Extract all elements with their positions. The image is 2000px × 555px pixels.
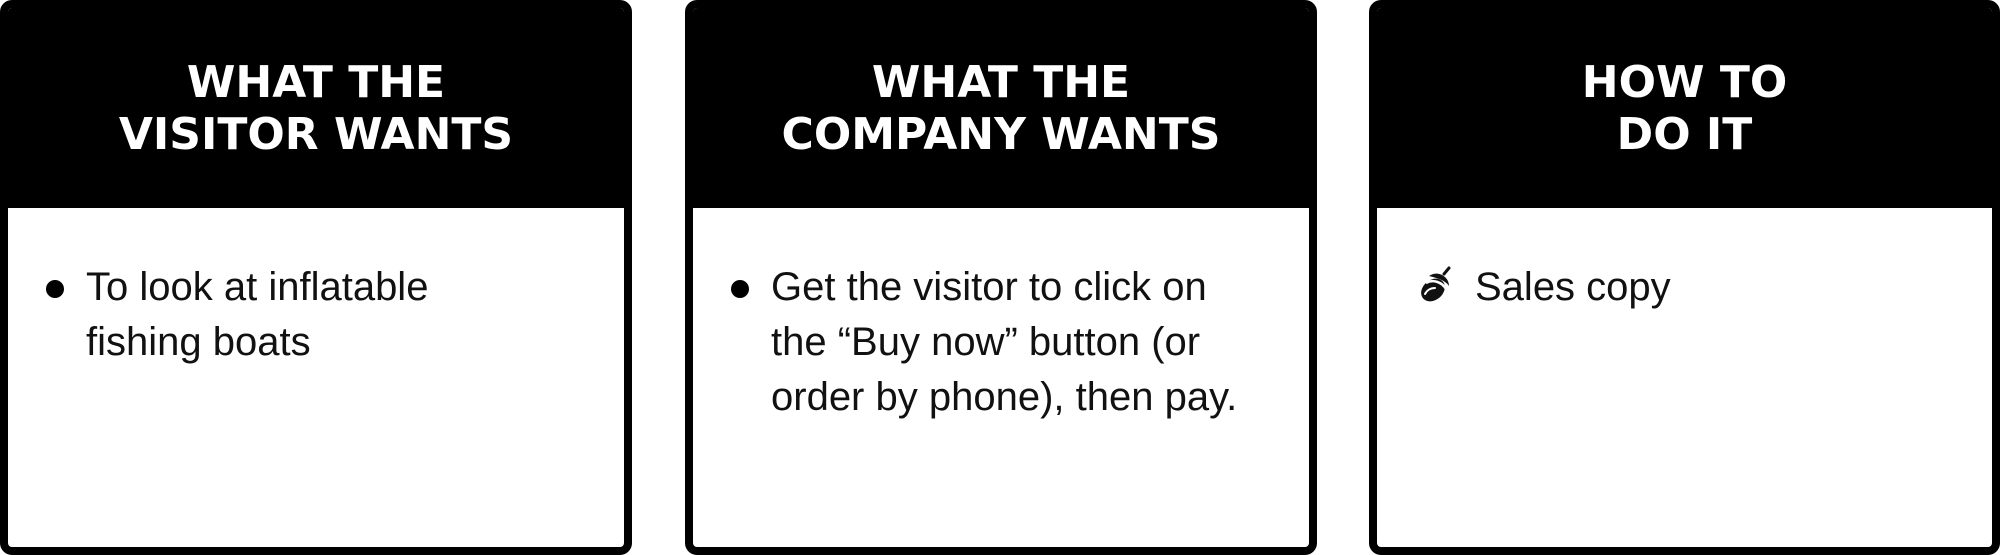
card-body: To look at inflatable fishing boats bbox=[8, 208, 624, 370]
visitor-wants-card: WHAT THE VISITOR WANTS To look at inflat… bbox=[0, 0, 632, 555]
card-body: Get the visitor to click on the “Buy now… bbox=[693, 208, 1309, 425]
card-header: WHAT THE VISITOR WANTS bbox=[8, 8, 624, 208]
title-line: HOW TO bbox=[1581, 57, 1788, 108]
card-header: WHAT THE COMPANY WANTS bbox=[693, 8, 1309, 208]
title-line: VISITOR WANTS bbox=[118, 109, 514, 160]
acorn-icon bbox=[1415, 266, 1455, 306]
card-title: WHAT THE COMPANY WANTS bbox=[782, 57, 1221, 161]
list-item: Get the visitor to click on the “Buy now… bbox=[723, 260, 1279, 425]
list-item-text: Sales copy bbox=[1475, 265, 1671, 309]
bullet-icon bbox=[46, 280, 64, 298]
card-header: HOW TO DO IT bbox=[1377, 8, 1992, 208]
card-title: WHAT THE VISITOR WANTS bbox=[119, 57, 513, 161]
list-item: To look at inflatable fishing boats bbox=[38, 260, 594, 370]
title-line: WHAT THE bbox=[871, 57, 1131, 108]
title-line: COMPANY WANTS bbox=[781, 109, 1221, 160]
list-item-text: To look at inflatable fishing boats bbox=[86, 265, 429, 364]
list-item: Sales copy bbox=[1407, 260, 1962, 315]
card-title: HOW TO DO IT bbox=[1582, 57, 1788, 161]
how-to-do-it-card: HOW TO DO IT Sales copy bbox=[1369, 0, 2000, 555]
title-line: DO IT bbox=[1616, 109, 1753, 160]
company-wants-card: WHAT THE COMPANY WANTS Get the visitor t… bbox=[685, 0, 1317, 555]
list-item-text: Get the visitor to click on the “Buy now… bbox=[771, 265, 1238, 419]
card-body: Sales copy bbox=[1377, 208, 1992, 315]
title-line: WHAT THE bbox=[186, 57, 446, 108]
bullet-icon bbox=[731, 280, 749, 298]
